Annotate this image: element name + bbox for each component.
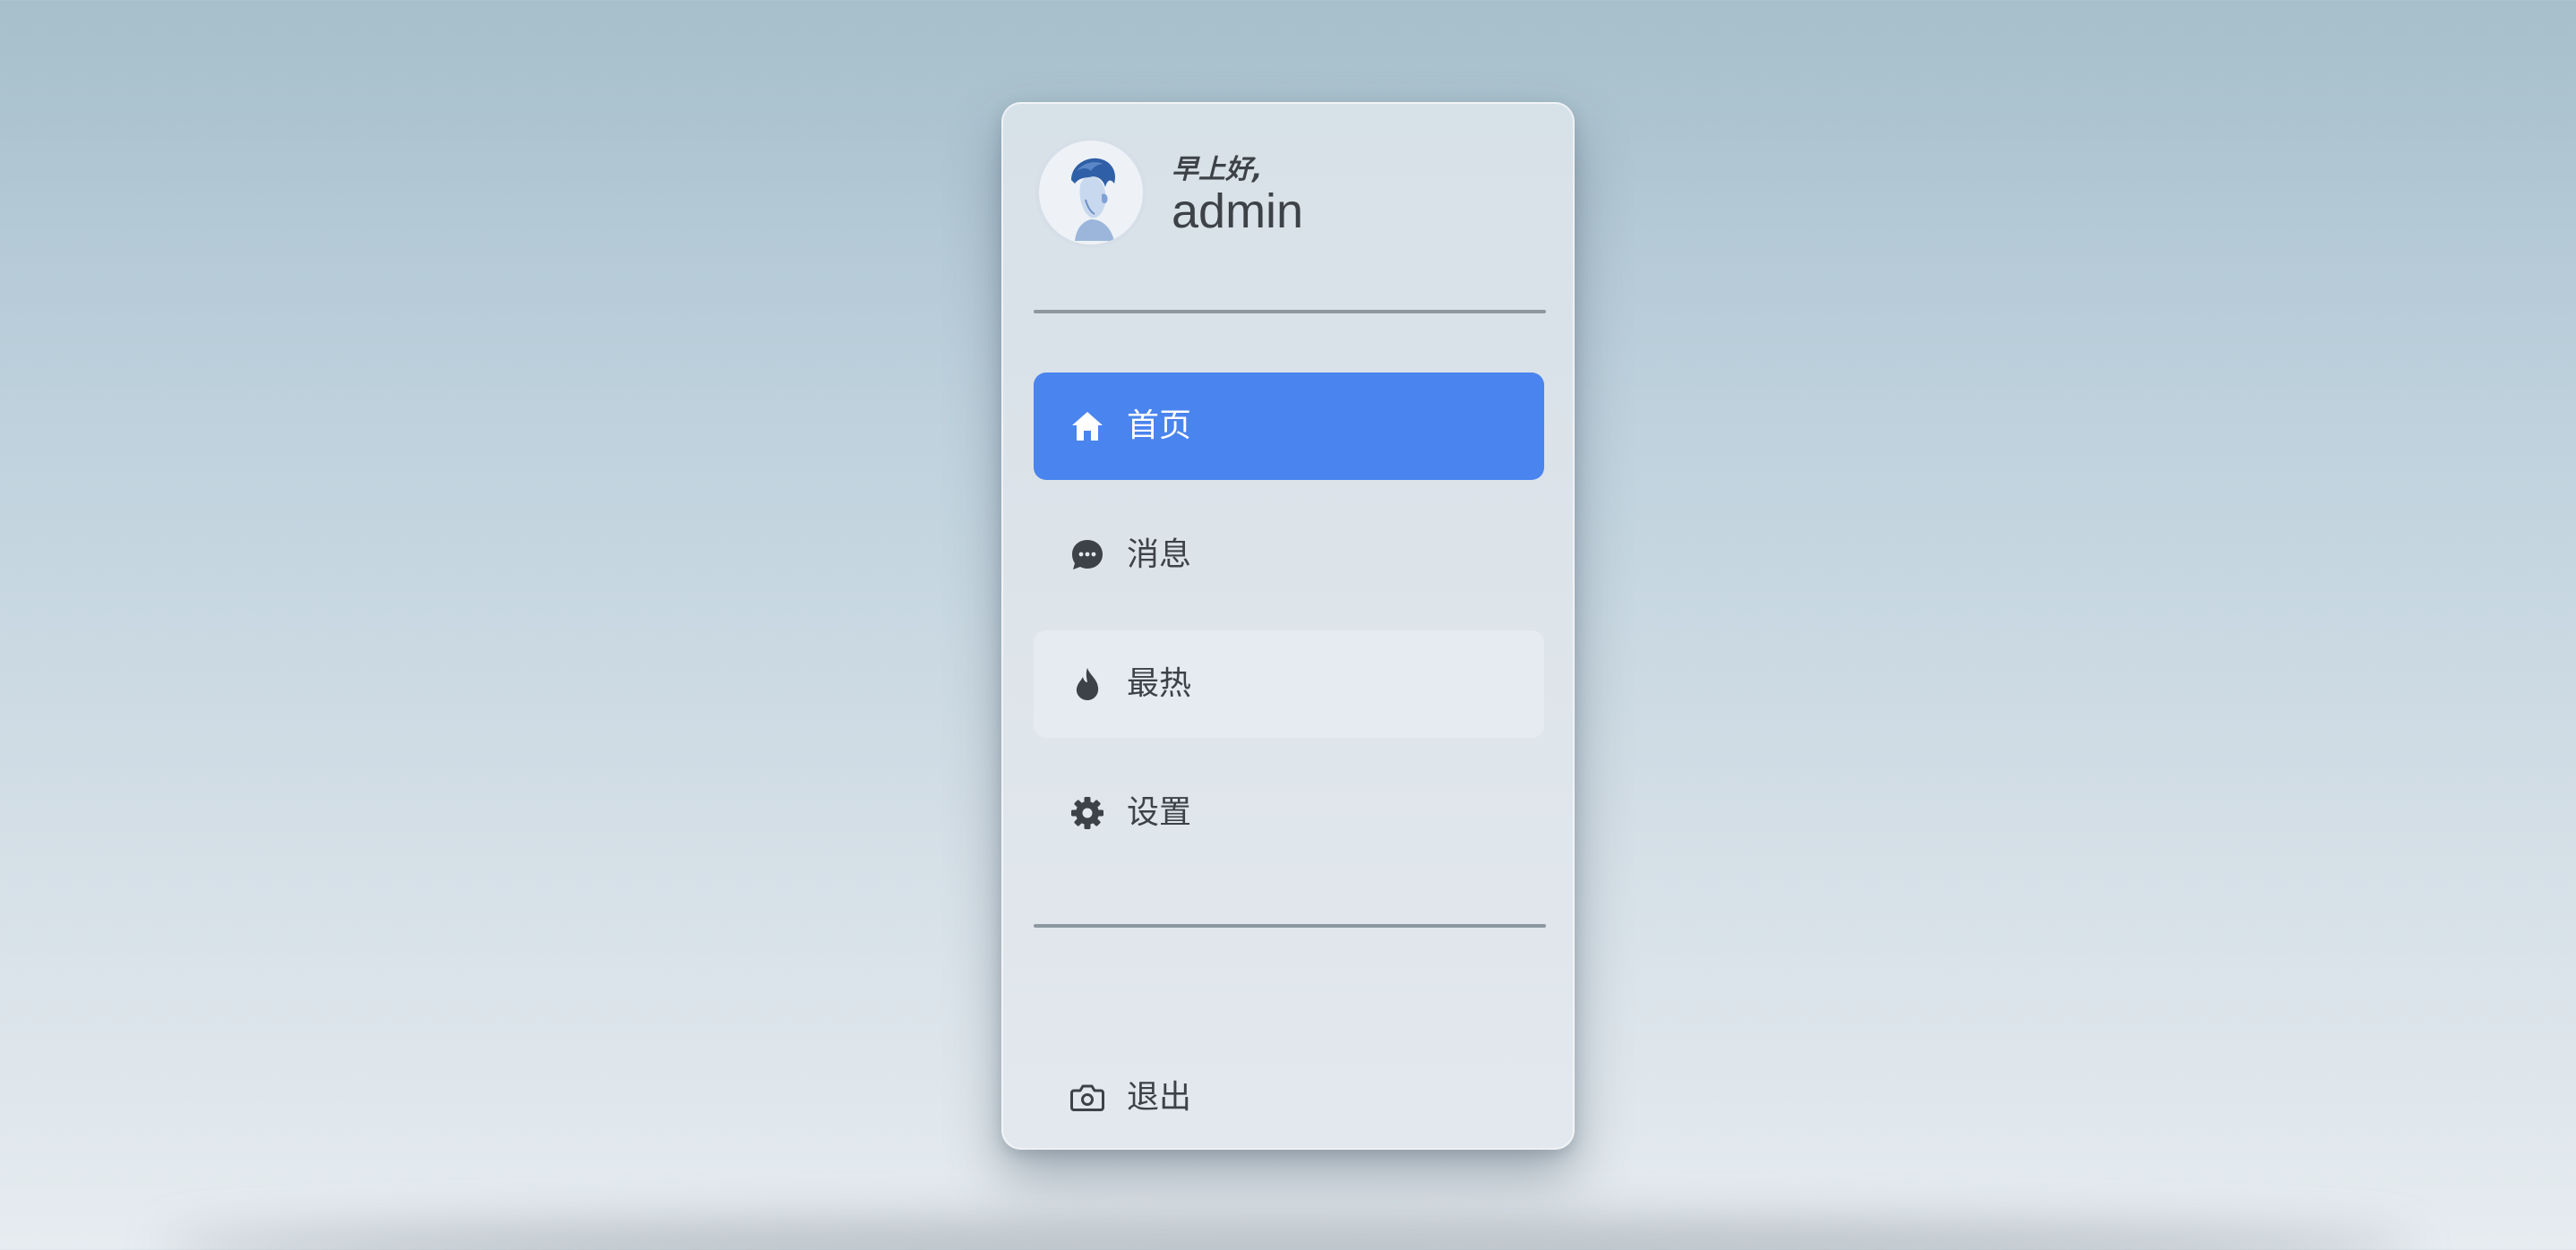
camera-icon: [1069, 1080, 1105, 1116]
main-menu: 首页 消息 最热 设置: [1034, 372, 1544, 888]
menu-label-home: 首页: [1127, 407, 1192, 444]
fire-icon: [1069, 666, 1105, 702]
greeting-text: 早上好,: [1172, 154, 1263, 185]
bottom-divider: [1034, 924, 1546, 928]
username-text: admin: [1172, 184, 1304, 238]
menu-item-messages[interactable]: 消息: [1034, 501, 1544, 609]
user-profile: 早上好, admin: [1035, 134, 1303, 251]
menu-item-home[interactable]: 首页: [1034, 372, 1544, 480]
gear-icon: [1069, 795, 1105, 831]
menu-label-hot: 最热: [1127, 665, 1192, 702]
menu-label-settings: 设置: [1127, 794, 1192, 831]
menu-label-messages: 消息: [1127, 536, 1192, 573]
chat-icon: [1069, 537, 1105, 573]
menu-item-hot[interactable]: 最热: [1034, 630, 1544, 738]
sidebar-card: 早上好, admin 首页 消息 最热 设置 退出: [1001, 102, 1575, 1150]
top-divider: [1034, 310, 1546, 313]
floor-shadow: [161, 1221, 2415, 1250]
menu-item-settings[interactable]: 设置: [1034, 759, 1544, 867]
avatar[interactable]: [1035, 137, 1146, 248]
logout-label: 退出: [1127, 1079, 1192, 1116]
avatar-portrait-icon: [1039, 141, 1143, 244]
greeting-block: 早上好, admin: [1172, 149, 1303, 236]
home-icon: [1069, 408, 1105, 444]
logout-button[interactable]: 退出: [1034, 1044, 1544, 1152]
